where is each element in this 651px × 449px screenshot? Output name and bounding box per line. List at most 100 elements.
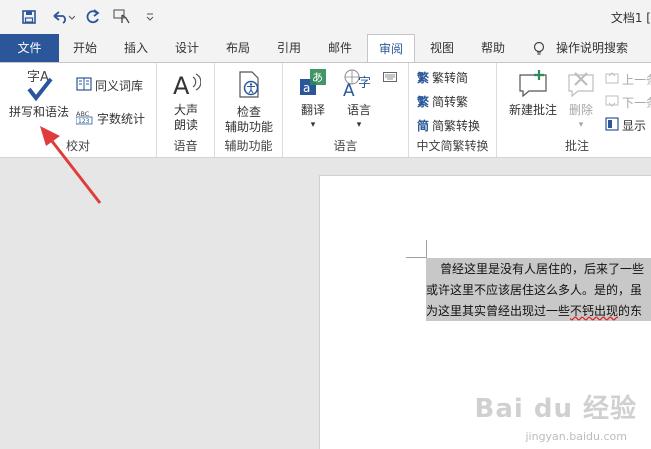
tell-me-search[interactable]: 操作说明搜索 <box>556 34 651 62</box>
tab-view[interactable]: 视图 <box>418 34 466 62</box>
margin-mark-vertical <box>426 240 427 258</box>
group-accessibility: 检查 辅助功能 辅助功能 <box>215 63 283 157</box>
to-simplified-label: 繁转简 <box>432 71 469 85</box>
new-comment-label: 新建批注 <box>508 103 557 117</box>
word-count-label: 字数统计 <box>97 112 146 126</box>
text-line[interactable]: 为这里其实曾经出现过一些不钙出现的东 <box>426 300 651 321</box>
ribbon: 字A 拼写和语法 同义词库 ABC 123 字数统计 校对 A 大声 朗读 语音… <box>0 62 651 158</box>
tab-layout[interactable]: 布局 <box>214 34 262 62</box>
spelling-grammar-label: 拼写和语法 <box>8 105 69 119</box>
read-aloud-label-2: 朗读 <box>173 118 198 132</box>
new-comment-button[interactable]: 新建批注 <box>503 69 563 118</box>
check-accessibility-button[interactable]: 检查 辅助功能 <box>219 71 279 135</box>
spelling-check-icon: 字A <box>22 67 56 103</box>
group-proofing: 字A 拼写和语法 同义词库 ABC 123 字数统计 校对 <box>0 63 157 157</box>
translate-label: 翻译 <box>300 103 325 117</box>
text-line-end: 的东 <box>618 304 643 318</box>
group-chinese-conversion: 繁 繁转简 繁 简转繁 简 简繁转换 中文简繁转换 <box>409 63 497 157</box>
group-speech: A 大声 朗读 语音 <box>157 63 215 157</box>
title-bar: 文档1 [ <box>0 0 651 34</box>
delete-label: 删除 <box>568 103 593 117</box>
group-language: aあ 翻译 ▾ A字 语言 ▾ 语言 <box>283 63 409 157</box>
translate-dropdown-icon[interactable]: ▾ <box>291 118 335 133</box>
text-line[interactable]: 曾经这里是没有人居住的，后来了一些 <box>426 258 651 279</box>
keyboard-icon[interactable] <box>383 71 397 85</box>
svg-text:a: a <box>303 81 310 95</box>
accessibility-group-label: 辅助功能 <box>224 139 273 153</box>
to-simplified-icon: 繁 <box>417 71 430 85</box>
undo-icon[interactable] <box>50 8 76 26</box>
check-label-1: 检查 <box>236 105 261 119</box>
group-comments: 新建批注 删除 ▾ 上一条 下一条 显示 批注 <box>497 63 651 157</box>
spelling-error-text[interactable]: 不钙出现 <box>570 304 618 318</box>
simplified-to-traditional-button[interactable]: 繁 简转繁 <box>417 93 468 110</box>
show-comments-button[interactable]: 显示 <box>605 117 646 134</box>
margin-mark-horizontal <box>406 257 426 258</box>
selected-text[interactable]: 曾经这里是没有人居住的，后来了一些 或许这里不应该居住这么多人。是的，虽 为这里… <box>426 258 651 321</box>
tab-help[interactable]: 帮助 <box>469 34 517 62</box>
tab-review[interactable]: 审阅 <box>367 34 415 63</box>
tab-insert[interactable]: 插入 <box>112 34 160 62</box>
delete-dropdown-icon[interactable]: ▾ <box>561 118 601 133</box>
language-button[interactable]: A字 语言 ▾ <box>337 67 381 133</box>
watermark-logo: Bai du 经验 <box>474 394 637 424</box>
next-label: 下一条 <box>622 96 651 110</box>
word-count-button[interactable]: ABC 123 字数统计 <box>75 109 146 128</box>
to-traditional-icon: 繁 <box>417 95 430 109</box>
customize-qat-icon[interactable] <box>144 8 156 26</box>
previous-comment-icon <box>605 71 619 88</box>
comments-group-label: 批注 <box>564 139 589 153</box>
tab-references[interactable]: 引用 <box>265 34 313 62</box>
show-comments-icon <box>605 117 619 134</box>
chinese-convert-label: 简繁转换 <box>432 119 481 133</box>
text-line-start: 为这里其实曾经出现过一些 <box>426 304 571 318</box>
svg-text:字: 字 <box>358 76 371 91</box>
svg-text:123: 123 <box>78 118 90 125</box>
read-aloud-label-1: 大声 <box>173 103 198 117</box>
svg-text:A: A <box>343 81 355 97</box>
chinese-convert-icon: 简 <box>417 119 430 133</box>
document-title: 文档1 [ <box>610 11 651 25</box>
proofing-group-label: 校对 <box>65 139 90 153</box>
chinese-conversion-group-label: 中文简繁转换 <box>416 139 489 153</box>
spelling-grammar-button[interactable]: 字A 拼写和语法 <box>6 67 72 120</box>
svg-text:あ: あ <box>312 71 323 84</box>
new-comment-icon <box>503 69 563 101</box>
save-icon[interactable] <box>20 8 38 26</box>
read-aloud-button[interactable]: A 大声 朗读 <box>161 71 211 133</box>
delete-comment-icon <box>561 69 601 101</box>
text-line[interactable]: 或许这里不应该居住这么多人。是的，虽 <box>426 279 651 300</box>
previous-label: 上一条 <box>622 73 651 87</box>
redo-icon[interactable] <box>84 8 102 26</box>
show-comments-label: 显示 <box>622 119 647 133</box>
next-comment-button[interactable]: 下一条 <box>605 94 651 111</box>
thesaurus-button[interactable]: 同义词库 <box>76 77 143 94</box>
delete-comment-button[interactable]: 删除 ▾ <box>561 69 601 133</box>
read-aloud-icon: A <box>161 71 211 101</box>
tab-home[interactable]: 开始 <box>61 34 109 62</box>
ribbon-tabs: 文件 开始 插入 设计 布局 引用 邮件 审阅 视图 帮助 操作说明搜索 <box>0 34 651 63</box>
watermark-url: jingyan.baidu.com <box>525 430 627 443</box>
svg-text:A: A <box>173 72 190 97</box>
tab-design[interactable]: 设计 <box>163 34 211 62</box>
touch-mode-icon[interactable] <box>112 8 134 26</box>
traditional-to-simplified-button[interactable]: 繁 繁转简 <box>417 69 468 86</box>
thesaurus-label: 同义词库 <box>95 79 144 93</box>
language-icon: A字 <box>337 67 381 101</box>
next-comment-icon <box>605 94 619 111</box>
book-icon <box>76 77 92 94</box>
translate-icon: aあ <box>291 67 335 101</box>
word-count-icon: ABC 123 <box>75 109 94 128</box>
tab-file[interactable]: 文件 <box>0 34 59 62</box>
previous-comment-button[interactable]: 上一条 <box>605 71 651 88</box>
accessibility-check-icon <box>219 71 279 103</box>
language-dropdown-icon[interactable]: ▾ <box>337 118 381 133</box>
translate-button[interactable]: aあ 翻译 ▾ <box>291 67 335 133</box>
check-label-2: 辅助功能 <box>224 120 273 134</box>
language-group-label: 语言 <box>333 139 358 153</box>
tab-mailings[interactable]: 邮件 <box>316 34 364 62</box>
chinese-conversion-button[interactable]: 简 简繁转换 <box>417 117 480 134</box>
lightbulb-icon[interactable] <box>532 41 546 55</box>
to-traditional-label: 简转繁 <box>432 95 469 109</box>
language-label: 语言 <box>346 103 371 117</box>
